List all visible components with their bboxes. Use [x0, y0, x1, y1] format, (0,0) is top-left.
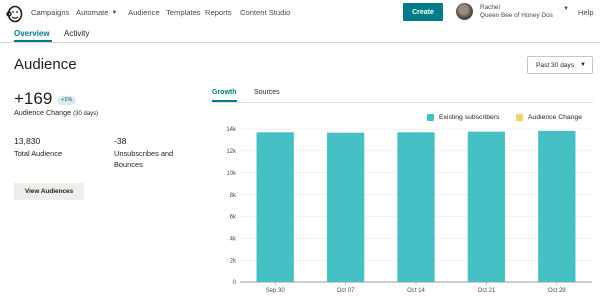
y-tick-label: 12k [226, 149, 237, 155]
total-audience-label: Total Audience [14, 149, 63, 158]
legend-change[interactable]: Audience Change [516, 114, 582, 121]
top-nav: Campaigns Automate ▼ Audience Templates R… [0, 0, 600, 26]
nav-automate[interactable]: Automate ▼ [76, 8, 117, 17]
legend-label: Audience Change [528, 114, 583, 121]
y-tick-label: 0 [233, 280, 237, 286]
nav-reports[interactable]: Reports [205, 8, 232, 17]
y-tick-label: 6k [230, 215, 237, 221]
audience-change-text: Audience Change [14, 108, 72, 117]
bar [397, 132, 435, 282]
nav-content-studio[interactable]: Content Studio [240, 8, 290, 17]
tab-activity[interactable]: Activity [64, 29, 89, 38]
unsubscribes-label-line1: Unsubscribes and [114, 149, 174, 158]
x-tick-label: Oct 21 [478, 288, 496, 294]
tab-sources[interactable]: Sources [254, 89, 280, 96]
bar [538, 130, 576, 282]
nav-audience[interactable]: Audience [128, 8, 160, 17]
x-tick-label: Sep 30 [266, 288, 286, 294]
active-tab-indicator [14, 40, 52, 42]
legend-label: Existing subscribers [439, 114, 500, 121]
y-tick-label: 4k [230, 236, 237, 242]
view-audiences-button[interactable]: View Audiences [14, 183, 84, 200]
date-range-select[interactable]: Past 30 days ▼ [527, 56, 593, 74]
bar [256, 132, 294, 282]
tab-overview[interactable]: Overview [14, 29, 50, 38]
x-tick-label: Oct 07 [337, 288, 355, 294]
legend-swatch [427, 114, 434, 121]
unsubscribes-label: Unsubscribes and Bounces [114, 148, 173, 170]
chevron-down-icon[interactable]: ▼ [563, 6, 569, 12]
tab-growth[interactable]: Growth [212, 89, 237, 96]
growth-chart: 0 2k 4k 6k 8k 10k 12k 14k Sep 30 Oct 07 Oct 14 Oct … [226, 127, 592, 294]
chart-tabs-divider [212, 102, 593, 103]
y-tick-label: 8k [230, 193, 237, 199]
nav-campaigns[interactable]: Campaigns [31, 8, 69, 17]
legend-swatch [516, 114, 523, 121]
user-org[interactable]: Queen Bee of Honey Dos [480, 12, 553, 19]
chevron-down-icon: ▼ [111, 10, 118, 16]
total-audience-value: 13,830 [14, 136, 41, 146]
legend-existing[interactable]: Existing subscribers [427, 114, 499, 121]
page-title: Audience [14, 56, 77, 73]
sub-tabs: Overview Activity [0, 26, 600, 43]
x-tick-label: Oct 28 [548, 288, 566, 294]
nav-templates[interactable]: Templates [166, 8, 201, 17]
unsubscribes-value: -38 [114, 136, 127, 146]
change-percent-badge: +1% [57, 96, 77, 105]
avatar[interactable] [456, 3, 473, 20]
audience-change-value: +169 [14, 89, 53, 108]
y-tick-label: 2k [230, 258, 237, 264]
create-button[interactable]: Create [403, 3, 443, 21]
y-tick-label: 10k [226, 171, 237, 177]
nav-automate-label: Automate [76, 8, 109, 17]
mailchimp-logo-icon[interactable] [6, 3, 24, 23]
bar [467, 131, 506, 282]
user-name[interactable]: Rachel [480, 4, 500, 11]
chevron-down-icon: ▼ [580, 62, 586, 68]
audience-change-label: Audience Change (30 days) [14, 108, 98, 117]
audience-change-period: (30 days) [73, 111, 99, 117]
bar [326, 132, 365, 282]
unsubscribes-label-line2: Bounces [114, 160, 143, 169]
y-tick-label: 14k [226, 127, 237, 133]
date-range-value: Past 30 days [536, 61, 575, 69]
help-link[interactable]: Help [578, 8, 594, 17]
x-tick-label: Oct 14 [407, 288, 425, 294]
